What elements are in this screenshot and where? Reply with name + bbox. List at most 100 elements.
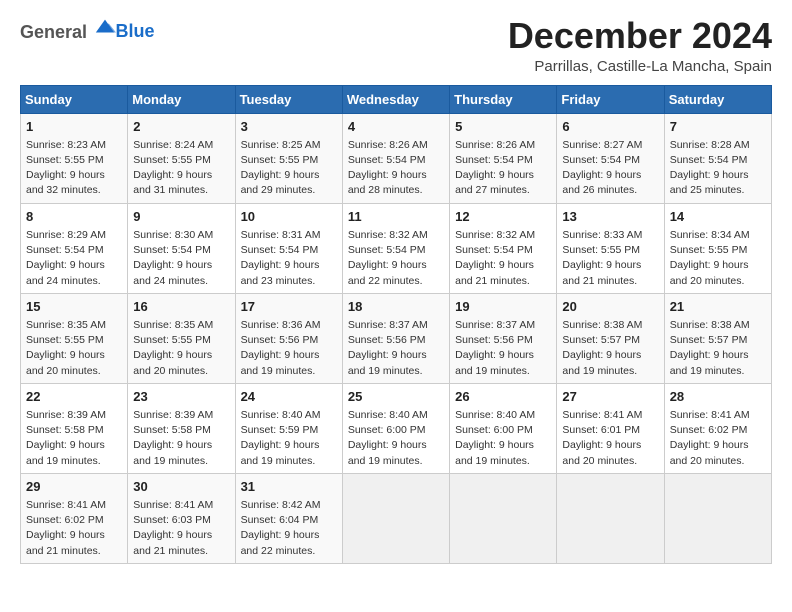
- weekday-header-tuesday: Tuesday: [235, 85, 342, 113]
- calendar-cell: 7 Sunrise: 8:28 AMSunset: 5:54 PMDaylight…: [664, 113, 771, 203]
- day-detail: Sunrise: 8:37 AMSunset: 5:56 PMDaylight:…: [348, 318, 444, 379]
- day-number: 11: [348, 208, 444, 226]
- day-detail: Sunrise: 8:28 AMSunset: 5:54 PMDaylight:…: [670, 138, 766, 199]
- day-number: 8: [26, 208, 122, 226]
- calendar-cell: [664, 473, 771, 563]
- weekday-header-row: SundayMondayTuesdayWednesdayThursdayFrid…: [21, 85, 772, 113]
- day-number: 16: [133, 298, 229, 316]
- day-number: 21: [670, 298, 766, 316]
- calendar-cell: 8 Sunrise: 8:29 AMSunset: 5:54 PMDaylight…: [21, 203, 128, 293]
- calendar-week-4: 22 Sunrise: 8:39 AMSunset: 5:58 PMDayligh…: [21, 383, 772, 473]
- calendar-cell: 15Sunrise: 8:35 AMSunset: 5:55 PMDayligh…: [21, 293, 128, 383]
- day-number: 23: [133, 388, 229, 406]
- calendar-cell: 28 Sunrise: 8:41 AMSunset: 6:02 PMDayligh…: [664, 383, 771, 473]
- day-number: 7: [670, 118, 766, 136]
- calendar-cell: [450, 473, 557, 563]
- day-number: 31: [241, 478, 337, 496]
- logo: General Blue: [20, 20, 155, 43]
- calendar-week-1: 1Sunrise: 8:23 AMSunset: 5:55 PMDaylight…: [21, 113, 772, 203]
- day-number: 12: [455, 208, 551, 226]
- day-detail: Sunrise: 8:41 AMSunset: 6:02 PMDaylight:…: [670, 408, 766, 469]
- calendar-cell: 23 Sunrise: 8:39 AMSunset: 5:58 PMDayligh…: [128, 383, 235, 473]
- calendar-cell: 27 Sunrise: 8:41 AMSunset: 6:01 PMDayligh…: [557, 383, 664, 473]
- calendar-cell: 31Sunrise: 8:42 AMSunset: 6:04 PMDayligh…: [235, 473, 342, 563]
- calendar-cell: 2Sunrise: 8:24 AMSunset: 5:55 PMDaylight…: [128, 113, 235, 203]
- day-detail: Sunrise: 8:40 AMSunset: 6:00 PMDaylight:…: [348, 408, 444, 469]
- calendar-week-2: 8 Sunrise: 8:29 AMSunset: 5:54 PMDaylight…: [21, 203, 772, 293]
- calendar-week-3: 15 Sunrise: 8:35 AMSunset: 5:55 PMDayligh…: [21, 293, 772, 383]
- calendar-cell: 24Sunrise: 8:40 AMSunset: 5:59 PMDayligh…: [235, 383, 342, 473]
- day-detail: Sunrise: 8:32 AMSunset: 5:54 PMDaylight:…: [455, 228, 551, 289]
- calendar-cell: 21 Sunrise: 8:38 AMSunset: 5:57 PMDayligh…: [664, 293, 771, 383]
- calendar-week-5: 29 Sunrise: 8:41 AMSunset: 6:02 PMDayligh…: [21, 473, 772, 563]
- day-number: 10: [241, 208, 337, 226]
- weekday-header-friday: Friday: [557, 85, 664, 113]
- calendar-cell: 9Sunrise: 8:30 AMSunset: 5:54 PMDaylight…: [128, 203, 235, 293]
- day-number: 2: [133, 118, 229, 136]
- day-number: 19: [455, 298, 551, 316]
- day-detail: Sunrise: 8:29 AMSunset: 5:54 PMDaylight:…: [26, 228, 122, 289]
- calendar-cell: 10 Sunrise: 8:31 AMSunset: 5:54 PMDayligh…: [235, 203, 342, 293]
- page-header: General Blue December 2024 Parrillas, Ca…: [20, 16, 772, 75]
- logo-icon: [94, 16, 116, 38]
- calendar-cell: 6Sunrise: 8:27 AMSunset: 5:54 PMDaylight…: [557, 113, 664, 203]
- day-detail: Sunrise: 8:37 AMSunset: 5:56 PMDaylight:…: [455, 318, 551, 379]
- day-number: 28: [670, 388, 766, 406]
- day-number: 17: [241, 298, 337, 316]
- calendar-cell: 14 Sunrise: 8:34 AMSunset: 5:55 PMDayligh…: [664, 203, 771, 293]
- day-detail: Sunrise: 8:36 AMSunset: 5:56 PMDaylight:…: [241, 318, 337, 379]
- day-detail: Sunrise: 8:34 AMSunset: 5:55 PMDaylight:…: [670, 228, 766, 289]
- day-number: 24: [241, 388, 337, 406]
- day-detail: Sunrise: 8:26 AMSunset: 5:54 PMDaylight:…: [348, 138, 444, 199]
- day-number: 26: [455, 388, 551, 406]
- day-number: 14: [670, 208, 766, 226]
- calendar-cell: 16 Sunrise: 8:35 AMSunset: 5:55 PMDayligh…: [128, 293, 235, 383]
- calendar-cell: 19 Sunrise: 8:37 AMSunset: 5:56 PMDayligh…: [450, 293, 557, 383]
- calendar-cell: 3 Sunrise: 8:25 AMSunset: 5:55 PMDaylight…: [235, 113, 342, 203]
- day-detail: Sunrise: 8:32 AMSunset: 5:54 PMDaylight:…: [348, 228, 444, 289]
- day-number: 4: [348, 118, 444, 136]
- day-detail: Sunrise: 8:38 AMSunset: 5:57 PMDaylight:…: [562, 318, 658, 379]
- day-number: 5: [455, 118, 551, 136]
- day-detail: Sunrise: 8:41 AMSunset: 6:02 PMDaylight:…: [26, 498, 122, 559]
- day-detail: Sunrise: 8:39 AMSunset: 5:58 PMDaylight:…: [133, 408, 229, 469]
- logo-general: General: [20, 22, 87, 42]
- day-number: 15: [26, 298, 122, 316]
- calendar-cell: 29 Sunrise: 8:41 AMSunset: 6:02 PMDayligh…: [21, 473, 128, 563]
- weekday-header-wednesday: Wednesday: [342, 85, 449, 113]
- weekday-header-thursday: Thursday: [450, 85, 557, 113]
- day-detail: Sunrise: 8:35 AMSunset: 5:55 PMDaylight:…: [133, 318, 229, 379]
- day-number: 22: [26, 388, 122, 406]
- day-detail: Sunrise: 8:23 AMSunset: 5:55 PMDaylight:…: [26, 138, 122, 199]
- calendar-cell: 20 Sunrise: 8:38 AMSunset: 5:57 PMDayligh…: [557, 293, 664, 383]
- weekday-header-saturday: Saturday: [664, 85, 771, 113]
- day-detail: Sunrise: 8:26 AMSunset: 5:54 PMDaylight:…: [455, 138, 551, 199]
- weekday-header-sunday: Sunday: [21, 85, 128, 113]
- title-block: December 2024 Parrillas, Castille-La Man…: [508, 16, 772, 75]
- day-detail: Sunrise: 8:38 AMSunset: 5:57 PMDaylight:…: [670, 318, 766, 379]
- day-detail: Sunrise: 8:27 AMSunset: 5:54 PMDaylight:…: [562, 138, 658, 199]
- logo-blue: Blue: [116, 21, 155, 41]
- calendar-cell: [557, 473, 664, 563]
- day-detail: Sunrise: 8:40 AMSunset: 6:00 PMDaylight:…: [455, 408, 551, 469]
- day-number: 27: [562, 388, 658, 406]
- day-number: 13: [562, 208, 658, 226]
- calendar-cell: 30Sunrise: 8:41 AMSunset: 6:03 PMDayligh…: [128, 473, 235, 563]
- calendar-cell: 26 Sunrise: 8:40 AMSunset: 6:00 PMDayligh…: [450, 383, 557, 473]
- day-number: 20: [562, 298, 658, 316]
- calendar-cell: 4 Sunrise: 8:26 AMSunset: 5:54 PMDaylight…: [342, 113, 449, 203]
- day-detail: Sunrise: 8:25 AMSunset: 5:55 PMDaylight:…: [241, 138, 337, 199]
- day-detail: Sunrise: 8:31 AMSunset: 5:54 PMDaylight:…: [241, 228, 337, 289]
- day-detail: Sunrise: 8:41 AMSunset: 6:01 PMDaylight:…: [562, 408, 658, 469]
- day-number: 29: [26, 478, 122, 496]
- calendar-cell: 12 Sunrise: 8:32 AMSunset: 5:54 PMDayligh…: [450, 203, 557, 293]
- day-number: 3: [241, 118, 337, 136]
- day-number: 25: [348, 388, 444, 406]
- calendar-cell: 13 Sunrise: 8:33 AMSunset: 5:55 PMDayligh…: [557, 203, 664, 293]
- calendar-table: SundayMondayTuesdayWednesdayThursdayFrid…: [20, 85, 772, 564]
- day-detail: Sunrise: 8:33 AMSunset: 5:55 PMDaylight:…: [562, 228, 658, 289]
- day-detail: Sunrise: 8:39 AMSunset: 5:58 PMDaylight:…: [26, 408, 122, 469]
- calendar-cell: 25 Sunrise: 8:40 AMSunset: 6:00 PMDayligh…: [342, 383, 449, 473]
- calendar-cell: [342, 473, 449, 563]
- calendar-cell: 17 Sunrise: 8:36 AMSunset: 5:56 PMDayligh…: [235, 293, 342, 383]
